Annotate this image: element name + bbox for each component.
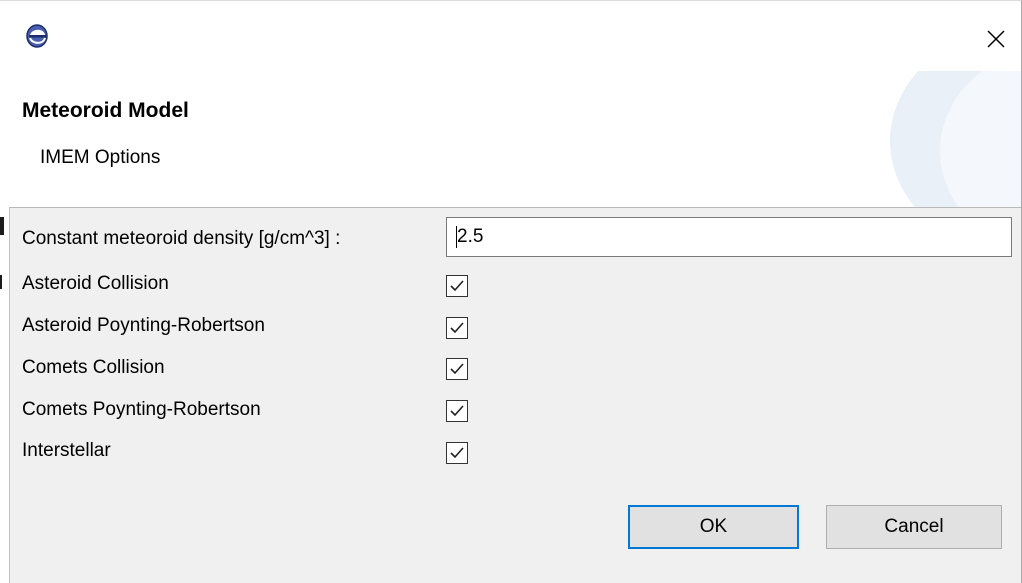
checkbox-comets-poynting-robertson[interactable] <box>446 400 468 422</box>
close-icon <box>986 29 1006 54</box>
checkbox-asteroid-collision[interactable] <box>446 275 468 297</box>
checkbox-interstellar[interactable] <box>446 442 468 464</box>
checkmark-icon <box>450 280 464 292</box>
density-input[interactable] <box>446 217 1012 257</box>
dialog-title: Meteoroid Model <box>22 99 189 122</box>
ok-button[interactable]: OK <box>628 505 799 549</box>
checkmark-icon <box>450 322 464 334</box>
header-banner-graphic <box>890 71 1021 207</box>
background-window-edge <box>0 207 10 583</box>
dialog-subtitle: IMEM Options <box>40 147 161 168</box>
option-label-asteroid-collision: Asteroid Collision <box>22 273 169 294</box>
text-caret <box>456 226 457 248</box>
option-label-interstellar: Interstellar <box>22 440 111 461</box>
edge-marker <box>0 275 2 289</box>
checkmark-icon <box>450 447 464 459</box>
option-label-asteroid-poynting-robertson: Asteroid Poynting-Robertson <box>22 315 265 336</box>
option-label-comets-collision: Comets Collision <box>22 357 165 378</box>
checkbox-comets-collision[interactable] <box>446 358 468 380</box>
title-bar <box>0 1 1021 71</box>
density-label: Constant meteoroid density [g/cm^3] : <box>22 228 341 249</box>
checkbox-asteroid-poynting-robertson[interactable] <box>446 317 468 339</box>
checkmark-icon <box>450 363 464 375</box>
cancel-button[interactable]: Cancel <box>826 505 1002 549</box>
option-label-comets-poynting-robertson: Comets Poynting-Robertson <box>22 399 261 420</box>
dialog-header: Meteoroid Model IMEM Options <box>0 71 1021 208</box>
close-button[interactable] <box>978 23 1014 59</box>
checkmark-icon <box>450 405 464 417</box>
edge-marker <box>0 217 4 235</box>
meteoroid-model-dialog: Meteoroid Model IMEM Options Constant me… <box>0 0 1022 583</box>
eclipse-app-icon <box>24 23 50 49</box>
